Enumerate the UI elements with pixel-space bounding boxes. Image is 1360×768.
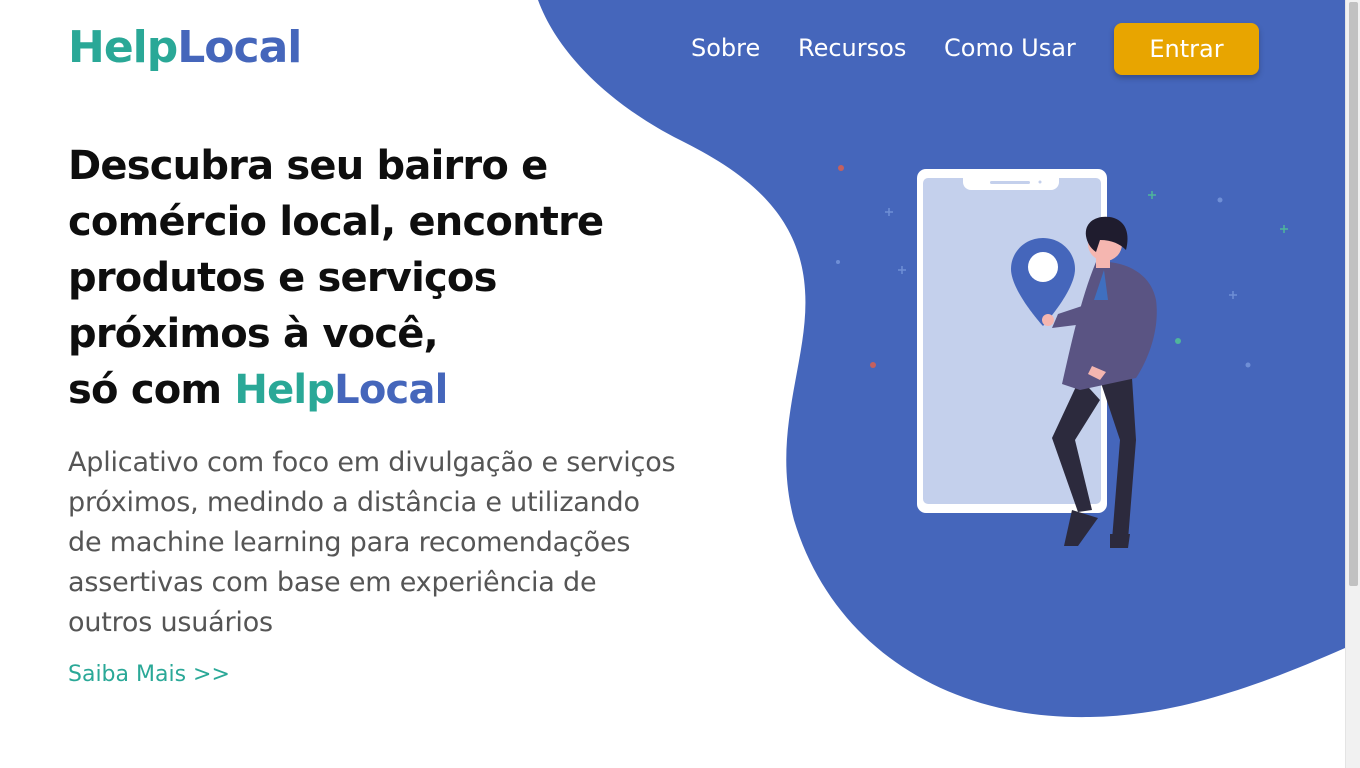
headline-brand-local: Local [334, 367, 448, 413]
nav-link-como-usar[interactable]: Como Usar [944, 34, 1076, 62]
headline-line: Descubra seu bairro e [68, 143, 548, 189]
learn-more-link[interactable]: Saiba Mais >> [68, 662, 230, 687]
headline-line: comércio local, encontre [68, 199, 604, 245]
nav-link-sobre[interactable]: Sobre [691, 34, 760, 62]
brand-help: Help [68, 22, 178, 73]
login-button[interactable]: Entrar [1114, 23, 1259, 75]
brand-logo[interactable]: HelpLocal [68, 22, 302, 73]
brand-local: Local [177, 22, 302, 73]
hero-headline: Descubra seu bairro e comércio local, en… [68, 138, 688, 418]
headline-brand-help: Help [234, 367, 335, 413]
headline-line: próximos à você, [68, 311, 439, 357]
page-scrollbar[interactable] [1345, 0, 1360, 768]
headline-prefix: só com [68, 367, 235, 413]
nav-link-recursos[interactable]: Recursos [798, 34, 906, 62]
hero-description: Aplicativo com foco em divulgação e serv… [68, 447, 676, 638]
headline-line: produtos e serviços [68, 255, 497, 301]
scrollbar-thumb[interactable] [1349, 2, 1358, 586]
phone-location-illustration [836, 165, 1288, 548]
